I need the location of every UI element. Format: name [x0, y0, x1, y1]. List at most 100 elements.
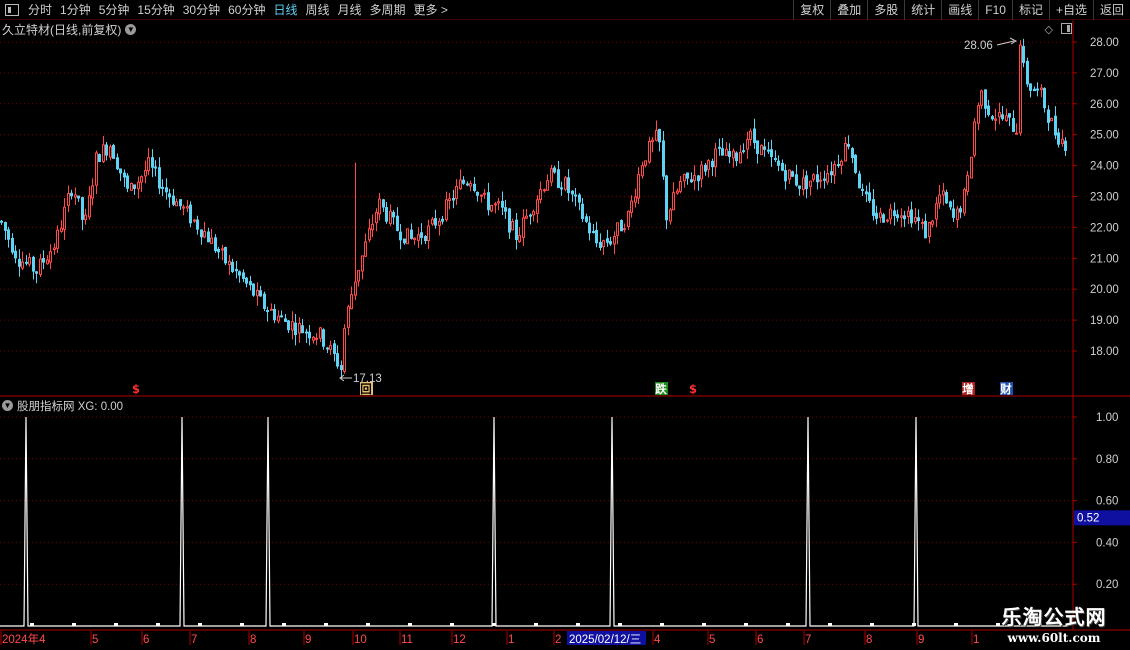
indicator-baseline-mark: [408, 623, 412, 626]
candle-body: [907, 210, 910, 218]
indicator-baseline-mark: [702, 623, 706, 626]
period-weekly[interactable]: 周线: [301, 0, 333, 20]
candle-body: [81, 197, 84, 220]
period-1min[interactable]: 1分钟: [56, 0, 95, 20]
price-tick-label: 28.00: [1090, 37, 1119, 49]
candle-body: [581, 203, 584, 219]
candle-body: [844, 142, 847, 162]
candle-body: [711, 160, 714, 168]
date-highlight-label: 2025/02/12/三: [569, 634, 641, 646]
candle-body: [956, 208, 959, 221]
candle-body: [896, 214, 899, 219]
candle-body: [452, 198, 455, 201]
period-multi[interactable]: 多周期: [366, 0, 410, 20]
candle-body: [679, 180, 682, 192]
candle-body: [151, 157, 154, 168]
period-60min[interactable]: 60分钟: [224, 0, 269, 20]
candle-body: [826, 173, 829, 183]
candle-body: [231, 261, 234, 272]
candle-body: [644, 160, 647, 166]
date-label: 11: [401, 634, 413, 646]
period-toolbar: 分时 1分钟 5分钟 15分钟 30分钟 60分钟 日线 周线 月线 多周期 更…: [0, 0, 1130, 20]
indicator-baseline-mark: [744, 623, 748, 626]
candle-body: [147, 157, 150, 172]
candle-body: [322, 329, 325, 347]
candle-body: [931, 220, 934, 225]
period-5min[interactable]: 5分钟: [95, 0, 134, 20]
period-15min[interactable]: 15分钟: [133, 0, 178, 20]
back-button[interactable]: 返回: [1092, 0, 1130, 20]
candle-body: [833, 164, 836, 176]
candle-body: [760, 144, 763, 156]
indicator-baseline-mark: [660, 623, 664, 626]
candle-body: [599, 241, 602, 248]
candle-body: [1047, 109, 1050, 123]
candle-body: [690, 179, 693, 183]
panel-toggle-icon[interactable]: [5, 3, 19, 16]
multi-stock-button[interactable]: 多股: [867, 0, 904, 20]
candle-body: [203, 231, 206, 238]
candle-body: [784, 170, 787, 182]
date-label: 2: [555, 634, 561, 646]
candle-body: [291, 321, 294, 331]
candle-body: [140, 176, 143, 183]
candle-body: [305, 331, 308, 334]
candle-body: [263, 293, 266, 309]
indicator-baseline-mark: [114, 623, 118, 626]
candle-body: [921, 221, 924, 224]
candle-body: [1001, 114, 1004, 120]
candle-body: [648, 141, 651, 163]
candle-body: [959, 208, 962, 213]
candle-body: [179, 199, 182, 207]
candle-body: [375, 211, 378, 224]
candle-body: [952, 208, 955, 218]
candle-body: [60, 227, 63, 232]
candle-body: [298, 322, 301, 334]
candle-body: [707, 160, 710, 170]
watermark-title: 乐淘公式网: [1001, 605, 1107, 629]
candle-body: [487, 192, 490, 211]
candle-body: [347, 306, 350, 328]
date-label: 7: [191, 634, 197, 646]
event-marker-label: 增: [962, 382, 974, 396]
candle-body: [445, 199, 448, 221]
f10-button[interactable]: F10: [978, 0, 1012, 20]
candle-body: [700, 164, 703, 180]
event-marker-label: $: [132, 382, 140, 396]
period-intraday[interactable]: 分时: [24, 0, 56, 20]
candle-body: [154, 166, 157, 169]
candle-body: [249, 281, 252, 286]
candle-body: [634, 196, 637, 203]
candle-body: [865, 191, 868, 195]
indicator-baseline-mark: [30, 623, 34, 626]
stats-button[interactable]: 统计: [904, 0, 941, 20]
candle-body: [980, 90, 983, 106]
candle-body: [165, 187, 168, 193]
add-watchlist-button[interactable]: +自选: [1048, 0, 1093, 20]
candle-body: [473, 183, 476, 191]
candle-body: [63, 206, 66, 230]
overlay-button[interactable]: 叠加: [830, 0, 867, 20]
candle-body: [462, 179, 465, 184]
candle-body: [123, 172, 126, 178]
candle-body: [994, 118, 997, 121]
candle-body: [945, 191, 948, 204]
candle-body: [791, 171, 794, 177]
period-daily[interactable]: 日线: [269, 0, 301, 20]
candle-body: [333, 343, 336, 354]
period-30min[interactable]: 30分钟: [179, 0, 224, 20]
period-monthly[interactable]: 月线: [334, 0, 366, 20]
draw-line-button[interactable]: 画线: [941, 0, 978, 20]
candle-body: [630, 200, 633, 213]
indicator-value-label: 0.52: [1077, 512, 1099, 524]
candle-body: [25, 261, 28, 264]
grid-lines: [0, 20, 1130, 631]
candle-body: [1040, 87, 1043, 91]
indicator-baseline-mark: [282, 623, 286, 626]
candle-body: [592, 231, 595, 234]
mark-button[interactable]: 标记: [1011, 0, 1049, 20]
candle-body: [641, 165, 644, 177]
candle-body: [536, 199, 539, 214]
period-more[interactable]: 更多 >: [410, 0, 452, 20]
adjust-button[interactable]: 复权: [793, 0, 830, 20]
